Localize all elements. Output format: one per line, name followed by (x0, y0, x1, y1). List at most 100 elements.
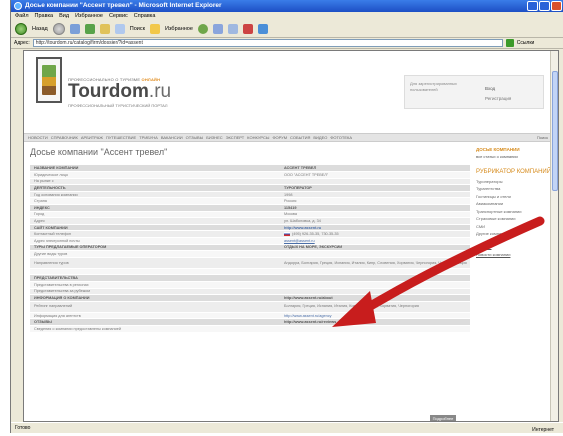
nav-item[interactable]: ФОТОТЕКА (330, 134, 352, 141)
table-row: Представительства в регионах (30, 281, 470, 289)
nav-item[interactable]: КОНКУРСЫ (247, 134, 269, 141)
nav-item[interactable]: ВИДЕО (313, 134, 327, 141)
page-viewport: ПРОФЕССИОНАЛЬНО О ТУРИЗМЕ ОНЛАЙН Tourdom… (23, 50, 559, 422)
search-icon[interactable] (114, 24, 125, 34)
row-value (280, 250, 470, 258)
nav-item[interactable]: ФОРУМ (272, 134, 287, 141)
row-value: Болгария, Греция, Испания, Италия, Кипр,… (280, 301, 470, 313)
window-controls (527, 1, 562, 11)
nav-item[interactable]: ВАКАНСИИ (161, 134, 183, 141)
nav-item[interactable]: НОВОСТИ (28, 134, 48, 141)
favorites-icon[interactable] (150, 24, 161, 34)
nav-item[interactable]: БИЗНЕС (206, 134, 222, 141)
sidebar-item[interactable]: Авиакомпании (476, 201, 552, 206)
row-value[interactable]: http://www.assent.ru/agency (280, 312, 470, 320)
menu-tools[interactable]: Сервис (109, 12, 128, 21)
address-input[interactable]: http://tourdom.ru/catalog/firm/dossier/?… (32, 39, 503, 47)
maximize-icon[interactable] (539, 1, 550, 11)
row-value: ОТДЫХ НА МОРЕ, ЭКСКУРСИИ (280, 244, 470, 252)
row-value: ООО "АССЕНТ ТРЕВЕЛ" (280, 171, 470, 179)
sidebar: ДОСЬЕ КОМПАНИИ все статьи о компании РУБ… (476, 147, 552, 257)
vertical-scrollbar[interactable] (550, 51, 558, 421)
row-link[interactable]: http://www.assent.ru (284, 226, 321, 230)
favorites-label[interactable]: Избранное (165, 26, 193, 32)
row-text: АССЕНТ ТРЕВЕЛ (284, 166, 317, 171)
nav-item[interactable]: ОТЗЫВЫ (186, 134, 204, 141)
table-row: Год основания компании 1998 (30, 191, 470, 199)
row-value: Москва (280, 211, 470, 219)
sidebar-item[interactable]: Другие компании (476, 231, 552, 236)
login-link[interactable]: Вход (485, 86, 495, 91)
sidebar-item[interactable]: Гостиницы и отели (476, 194, 552, 199)
nav-item[interactable]: ЭКСПЕРТ (226, 134, 245, 141)
nav-search[interactable]: Поиск (537, 134, 548, 141)
address-label: Адрес: (14, 40, 30, 46)
sidebar-news-heading[interactable]: Новости (476, 244, 552, 249)
nav-item[interactable]: ПУТЕШЕСТВИЕ (106, 134, 136, 141)
security-zone: Интернет (532, 427, 554, 433)
sidebar-item[interactable]: Транспортные компании (476, 209, 552, 214)
site-logo-emblem[interactable] (36, 57, 62, 103)
search-label[interactable]: Поиск (130, 26, 145, 32)
row-text: Болгария, Греция, Испания, Италия, Кипр,… (284, 304, 419, 309)
table-row: НАЗВАНИЕ КОМПАНИИ АССЕНТ ТРЕВЕЛ (30, 165, 470, 173)
sidebar-item[interactable]: Страховые компании (476, 216, 552, 221)
go-button[interactable] (505, 39, 514, 47)
row-text: (495) 926-35-35, 730-35-35 (292, 232, 339, 237)
row-link[interactable]: http://www.assent.ru/agency (284, 314, 332, 318)
forward-icon[interactable] (52, 23, 65, 35)
home-icon[interactable] (99, 24, 110, 34)
row-value: http://www.assent.ru/about (280, 294, 470, 302)
nav-item[interactable]: СОБЫТИЯ (290, 134, 310, 141)
table-row: ИНДЕКС 115419 (30, 204, 470, 212)
back-icon[interactable] (15, 23, 27, 35)
sidebar-news-link[interactable]: Новости компании (476, 252, 552, 257)
sidebar-dossier-link[interactable]: все статьи о компании (476, 154, 552, 159)
row-link[interactable]: assent@assent.ru (284, 239, 315, 243)
history-icon[interactable] (197, 24, 208, 34)
back-label[interactable]: Назад (32, 26, 48, 32)
window-title: Досье компании "Ассент тревел" - Microso… (25, 2, 222, 9)
close-icon[interactable] (551, 1, 562, 11)
row-label: Представительства за рубежом (30, 288, 280, 296)
links-label[interactable]: Ссылки (517, 40, 535, 46)
row-text: Андорра, Болгария, Греция, Испания, Итал… (284, 260, 467, 265)
row-value[interactable]: assent@assent.ru (280, 237, 470, 245)
site-logo[interactable]: Tourdom.ru (68, 81, 171, 103)
refresh-icon[interactable] (84, 24, 95, 34)
register-link[interactable]: Регистрация (485, 96, 511, 101)
table-row: Юридическое лицо ООО "АССЕНТ ТРЕВЕЛ" (30, 171, 470, 179)
row-label: Рейтинг направлений (30, 301, 280, 313)
row-label: ТУРЫ ПРЕДЛАГАЕМЫЕ ОПЕРАТОРОМ (30, 244, 280, 252)
row-text: ОТДЫХ НА МОРЕ, ЭКСКУРСИИ (284, 245, 343, 250)
more-button[interactable]: Подробнее (430, 415, 456, 421)
menu-file[interactable]: Файл (15, 12, 29, 21)
menu-favorites[interactable]: Избранное (75, 12, 103, 21)
menu-view[interactable]: Вид (59, 12, 69, 21)
sidebar-item[interactable]: Туроператоры (476, 179, 552, 184)
nav-item[interactable]: АРБИТРАЖ (81, 134, 103, 141)
row-label: ДЕЯТЕЛЬНОСТЬ (30, 184, 280, 192)
row-text: Россия (284, 199, 297, 204)
table-row: Направления туров Андорра, Болгария, Грец… (30, 257, 470, 269)
scrollbar-thumb[interactable] (552, 71, 558, 191)
row-value: http://www.assent.ru/reviews (280, 318, 470, 326)
mail-icon[interactable] (212, 24, 223, 34)
row-label: Информация для агентств (30, 312, 280, 320)
print-icon[interactable] (227, 24, 238, 34)
sidebar-item[interactable]: СМИ (476, 224, 552, 229)
sidebar-item[interactable]: Турагентства (476, 186, 552, 191)
edit-icon[interactable] (242, 24, 253, 34)
row-label: Другие виды туров (30, 250, 280, 258)
minimize-icon[interactable] (527, 1, 538, 11)
table-row: На рынке с (30, 178, 470, 186)
nav-item[interactable]: СПРАВОЧНИК (51, 134, 78, 141)
row-text: Москва (284, 212, 297, 217)
menu-edit[interactable]: Правка (35, 12, 54, 21)
stop-icon[interactable] (69, 24, 80, 34)
menu-help[interactable]: Справка (134, 12, 156, 21)
site-logo-subtitle: ПРОФЕССИОНАЛЬНЫЙ ТУРИСТИЧЕСКИЙ ПОРТАЛ (68, 103, 168, 108)
row-value[interactable]: http://www.assent.ru (280, 224, 470, 232)
messenger-icon[interactable] (257, 24, 268, 34)
nav-item[interactable]: ТРИБУНА (139, 134, 158, 141)
